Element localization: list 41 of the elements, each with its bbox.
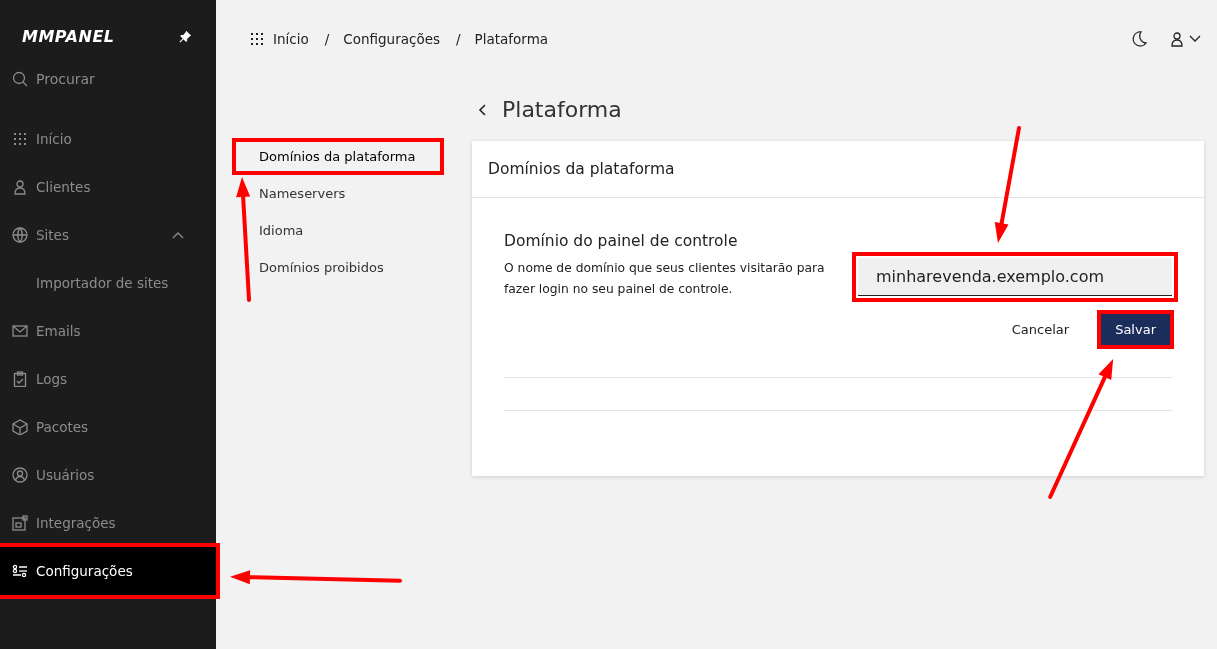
settings-menu-item[interactable]: Domínios proibidos [236, 253, 440, 282]
chevron-icon [1189, 35, 1201, 43]
person-icon [12, 179, 28, 195]
sidebar-item[interactable]: Importador de sites [0, 259, 216, 307]
breadcrumb-separator: / [324, 31, 330, 47]
sliders-icon [12, 563, 28, 579]
breadcrumb-link[interactable]: Plataforma [474, 31, 549, 47]
sidebar-item[interactable]: Usuários [0, 451, 216, 499]
cancel-button[interactable]: Cancelar [1009, 314, 1072, 345]
search-field[interactable]: Procurar [36, 71, 186, 87]
clipboard-icon [12, 371, 28, 387]
grid-icon [12, 131, 28, 147]
page-title: Plataforma [502, 97, 622, 122]
settings-menu-item[interactable]: Idioma [236, 216, 440, 245]
logo: MMPANEL [22, 26, 115, 46]
search-icon [12, 71, 28, 87]
grid-icon [249, 31, 265, 47]
sidebar-item[interactable]: Emails [0, 307, 216, 355]
card-title: Domínios da plataforma [472, 141, 1204, 198]
sidebar-item[interactable]: Logs [0, 355, 216, 403]
user-circle-icon [12, 467, 28, 483]
setting-description: O nome de domínio que seus clientes visitarão para fazer login no seu painel de controle. [504, 260, 826, 298]
sidebar-item[interactable]: Início [0, 115, 216, 163]
sidebar-item[interactable]: Integrações [0, 499, 216, 547]
setting-title: Domínio do painel de controle [504, 232, 739, 250]
pin-icon [179, 29, 192, 43]
sidebar-item[interactable]: Pacotes [0, 403, 216, 451]
integrations-icon [12, 515, 28, 531]
breadcrumb-link[interactable]: Configurações [343, 31, 440, 47]
globe-icon [12, 227, 28, 243]
breadcrumb-separator: / [456, 31, 461, 47]
chevron-icon[interactable] [172, 231, 184, 239]
settings-menu-item[interactable]: Nameservers [236, 179, 440, 208]
person-icon [1169, 31, 1185, 47]
envelope-icon [12, 323, 28, 339]
package-icon [12, 419, 28, 435]
sidebar-item[interactable]: Sites [0, 211, 216, 259]
sidebar-item[interactable]: Clientes [0, 163, 216, 211]
back-icon[interactable] [478, 103, 488, 116]
user-menu-button[interactable] [1169, 31, 1201, 47]
breadcrumb-link[interactable]: Início [273, 31, 309, 47]
